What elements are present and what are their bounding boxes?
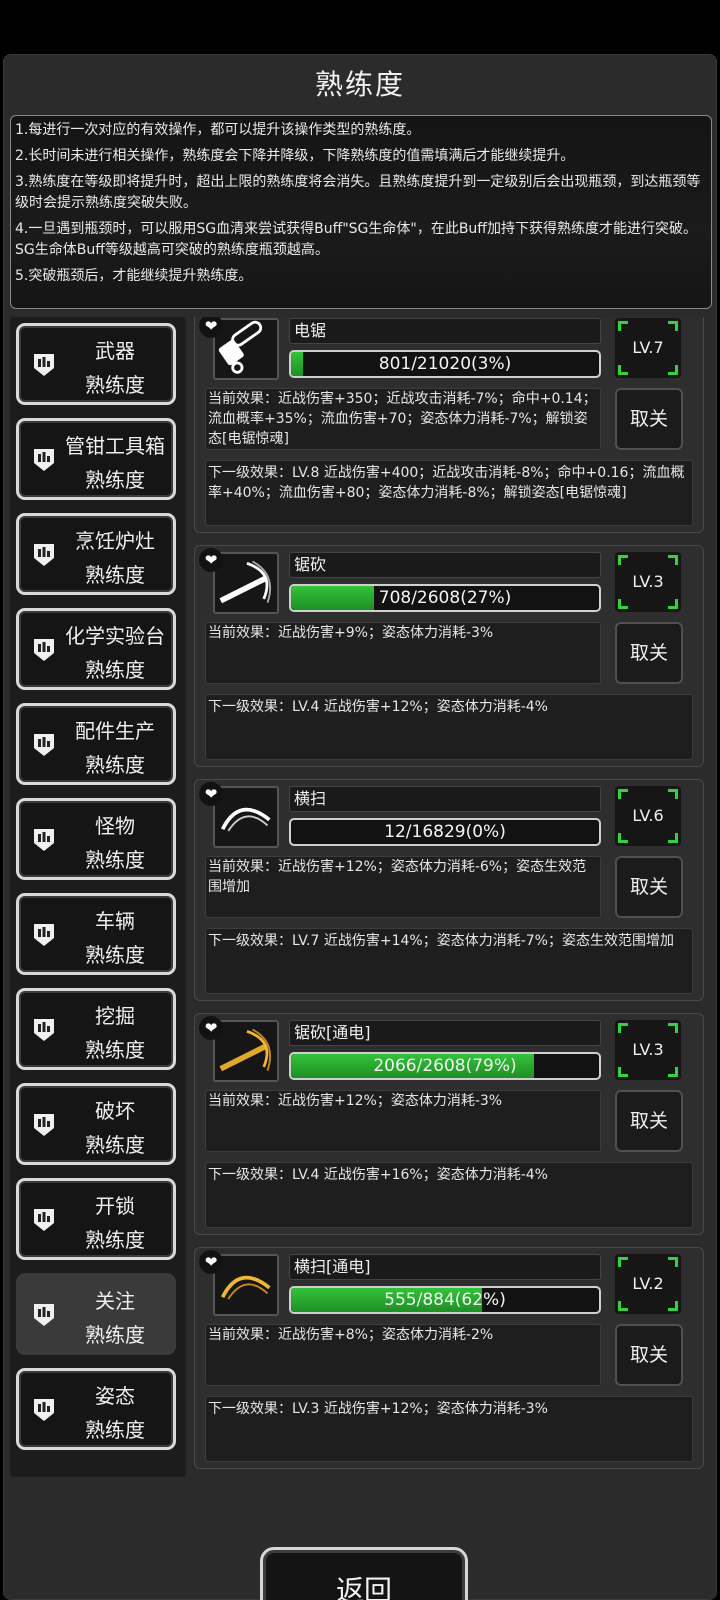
category-sublabel: 熟练度 [85, 848, 145, 872]
note-4: 4.一旦遇到瓶颈时，可以服用SG血清来尝试获得Buff"SG生命体"，在此Buf… [15, 221, 697, 258]
heart-icon[interactable]: ❤ [199, 548, 223, 572]
progress-text: 555/884(62%) [384, 1290, 506, 1310]
category-sublabel: 熟练度 [85, 373, 145, 397]
category-toolbox[interactable]: 管钳工具箱 熟练度 [16, 418, 176, 500]
current-effect: 当前效果：近战伤害+9%；姿态体力消耗-3% [205, 622, 601, 684]
note-3: 3.熟练度在等级即将提升时，超出上限的熟练度将会消失。且熟练度提升到一定级别后会… [15, 174, 701, 211]
category-list[interactable]: 武器 熟练度 管钳工具箱 熟练度 烹饪炉灶 熟练度 化学实验台 熟练度 配件生产 熟练度 怪物 熟练度… [10, 317, 186, 1477]
category-sublabel: 熟练度 [85, 563, 145, 587]
unfollow-button[interactable]: 取关 [615, 1324, 683, 1386]
category-parts[interactable]: 配件生产 熟练度 [16, 703, 176, 785]
heart-icon[interactable]: ❤ [199, 1250, 223, 1274]
note-2: 2.长时间未进行相关操作，熟练度会下降并降级，下降熟练度的值需填满后才能继续提升… [15, 148, 575, 164]
current-effect: 当前效果：近战伤害+8%；姿态体力消耗-2% [205, 1324, 601, 1386]
back-button[interactable]: 返回 [260, 1547, 468, 1600]
progress-text: 2066/2608(79%) [373, 1056, 517, 1076]
category-sublabel: 熟练度 [85, 753, 145, 777]
category-sublabel: 熟练度 [85, 658, 145, 682]
heart-icon[interactable]: ❤ [199, 782, 223, 806]
progress-bar: 708/2608(27%) [289, 584, 601, 612]
category-label: 武器 [95, 339, 135, 363]
category-cooking[interactable]: 烹饪炉灶 熟练度 [16, 513, 176, 595]
level-text: LV.2 [632, 1274, 664, 1293]
unfollow-button[interactable]: 取关 [615, 856, 683, 918]
progress-bar: 801/21020(3%) [289, 350, 601, 378]
category-sublabel: 熟练度 [85, 943, 145, 967]
current-effect: 当前效果：近战伤害+12%；姿态体力消耗-6%；姿态生效范围增加 [205, 856, 601, 918]
category-lockpick[interactable]: 开锁 熟练度 [16, 1178, 176, 1260]
category-sublabel: 熟练度 [85, 1323, 145, 1347]
progress-text: 708/2608(27%) [378, 588, 512, 608]
current-effect: 当前效果：近战伤害+350；近战攻击消耗-7%；命中+0.14；流血概率+35%… [205, 388, 601, 450]
category-label: 破坏 [95, 1099, 135, 1123]
level-badge: LV.3 [615, 1020, 681, 1080]
level-badge: LV.6 [615, 786, 681, 846]
level-text: LV.3 [632, 572, 664, 591]
category-label: 怪物 [95, 814, 135, 838]
category-monster[interactable]: 怪物 熟练度 [16, 798, 176, 880]
next-level-effect: 下一级效果：LV.3 近战伤害+12%；姿态体力消耗-3% [205, 1396, 693, 1462]
category-label: 关注 [95, 1289, 135, 1313]
unfollow-button[interactable]: 取关 [615, 388, 683, 450]
note-5: 5.突破瓶颈后，才能继续提升熟练度。 [15, 268, 253, 284]
skill-card: ❤ 锯砍[通电] 2066/2608(79%) LV.3 当前效果：近战伤害+12%；姿… [194, 1013, 704, 1235]
rules-notes: 1.每进行一次对应的有效操作，都可以提升该操作类型的熟练度。 2.长时间未进行相… [10, 115, 712, 309]
category-label: 挖掘 [95, 1004, 135, 1028]
next-level-effect: 下一级效果：LV.4 近战伤害+12%；姿态体力消耗-4% [205, 694, 693, 760]
category-stance[interactable]: 姿态 熟练度 [16, 1368, 176, 1450]
category-label: 烹饪炉灶 [75, 529, 155, 553]
note-1: 1.每进行一次对应的有效操作，都可以提升该操作类型的熟练度。 [15, 122, 421, 138]
category-label: 开锁 [95, 1194, 135, 1218]
heart-icon[interactable]: ❤ [199, 1016, 223, 1040]
category-label: 配件生产 [75, 719, 155, 743]
category-label: 管钳工具箱 [65, 434, 165, 458]
category-vehicle[interactable]: 车辆 熟练度 [16, 893, 176, 975]
category-chemistry[interactable]: 化学实验台 熟练度 [16, 608, 176, 690]
category-sublabel: 熟练度 [85, 1418, 145, 1442]
category-digging[interactable]: 挖掘 熟练度 [16, 988, 176, 1070]
skill-card: ❤ 锯砍 708/2608(27%) LV.3 当前效果：近战伤害+9%；姿态体力消耗-… [194, 545, 704, 767]
level-badge: LV.7 [615, 318, 681, 378]
skill-card: ❤ 电锯 801/21020(3%) LV.7 当前效果：近战伤害+350；近战攻击消耗… [194, 317, 704, 533]
progress-text: 12/16829(0%) [384, 822, 506, 842]
progress-bar: 555/884(62%) [289, 1286, 601, 1314]
next-level-effect: 下一级效果：LV.4 近战伤害+16%；姿态体力消耗-4% [205, 1162, 693, 1228]
skill-name: 电锯 [289, 318, 601, 344]
category-weapon[interactable]: 武器 熟练度 [16, 323, 176, 405]
level-text: LV.6 [632, 806, 664, 825]
category-label: 姿态 [95, 1384, 135, 1408]
skill-name: 横扫 [289, 786, 601, 812]
proficiency-panel: 熟练度 1.每进行一次对应的有效操作，都可以提升该操作类型的熟练度。 2.长时间… [3, 54, 717, 1600]
level-text: LV.7 [632, 338, 664, 357]
level-badge: LV.2 [615, 1254, 681, 1314]
skill-name: 锯砍[通电] [289, 1020, 601, 1046]
category-sublabel: 熟练度 [85, 1133, 145, 1157]
current-effect: 当前效果：近战伤害+12%；姿态体力消耗-3% [205, 1090, 601, 1152]
category-sublabel: 熟练度 [85, 468, 145, 492]
skill-name: 横扫[通电] [289, 1254, 601, 1280]
progress-bar: 12/16829(0%) [289, 818, 601, 846]
category-followed[interactable]: 关注 熟练度 [16, 1273, 176, 1355]
progress-bar: 2066/2608(79%) [289, 1052, 601, 1080]
level-badge: LV.3 [615, 552, 681, 612]
category-label: 化学实验台 [65, 624, 165, 648]
unfollow-button[interactable]: 取关 [615, 622, 683, 684]
category-destroy[interactable]: 破坏 熟练度 [16, 1083, 176, 1165]
level-text: LV.3 [632, 1040, 664, 1059]
progress-text: 801/21020(3%) [378, 354, 512, 374]
skill-card: ❤ 横扫[通电] 555/884(62%) LV.2 当前效果：近战伤害+8%；姿态体力… [194, 1247, 704, 1469]
page-title: 熟练度 [314, 68, 405, 101]
category-sublabel: 熟练度 [85, 1038, 145, 1062]
skill-list[interactable]: ❤ 电锯 801/21020(3%) LV.7 当前效果：近战伤害+350；近战攻击消耗… [191, 317, 713, 1477]
next-level-effect: 下一级效果：LV.7 近战伤害+14%；姿态体力消耗-7%；姿态生效范围增加 [205, 928, 693, 994]
next-level-effect: 下一级效果：LV.8 近战伤害+400；近战攻击消耗-8%；命中+0.16；流血… [205, 460, 693, 526]
category-label: 车辆 [95, 909, 135, 933]
unfollow-button[interactable]: 取关 [615, 1090, 683, 1152]
skill-card: ❤ 横扫 12/16829(0%) LV.6 当前效果：近战伤害+12%；姿态体力消耗-… [194, 779, 704, 1001]
category-sublabel: 熟练度 [85, 1228, 145, 1252]
skill-name: 锯砍 [289, 552, 601, 578]
